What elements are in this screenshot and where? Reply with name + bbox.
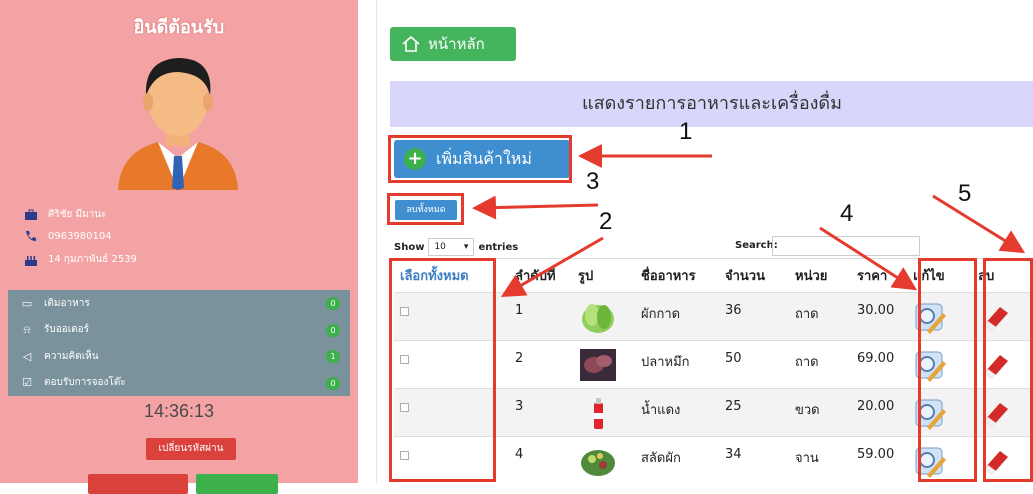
show-label: Show — [394, 241, 425, 253]
salad-image — [581, 450, 615, 476]
briefcase-icon — [24, 209, 38, 221]
logout-button[interactable] — [196, 474, 278, 494]
annotation-box-select — [389, 258, 496, 482]
entries-label: entries — [478, 241, 519, 253]
sidebar-item-label: ตอบรับการจองโต๊ะ — [44, 377, 126, 389]
home-icon — [402, 35, 420, 52]
profile-birthday-row: 14 กุมภาพันธ์ 2539 — [24, 252, 137, 267]
sidebar: ยินดีต้อนรับ ศิริชัย มีมานะ 0963980104 1… — [0, 0, 358, 494]
profile-birthday: 14 กุมภาพันธ์ 2539 — [48, 254, 137, 265]
search-input[interactable] — [772, 236, 920, 256]
battery-icon: ▭ — [21, 296, 33, 310]
annotation-box-delete — [983, 258, 1033, 482]
row-name: น้ำแดง — [635, 388, 719, 437]
annotation-number-4: 4 — [840, 200, 854, 227]
col-qty-header[interactable]: จำนวน — [719, 258, 789, 293]
row-no: 3 — [509, 388, 572, 437]
sidebar-item-label: เติมอาหาร — [44, 297, 90, 309]
lettuce-image — [582, 304, 614, 333]
profile-phone: 0963980104 — [48, 230, 112, 242]
phone-icon — [24, 230, 38, 242]
row-price: 69.00 — [851, 340, 907, 389]
col-name-header[interactable]: ชื่ออาหาร — [635, 258, 719, 293]
entries-control: Show 10 ▾ entries — [394, 238, 518, 256]
red-drink-image — [594, 398, 603, 429]
profile-button[interactable] — [88, 474, 188, 494]
col-price-header[interactable]: ราคา — [851, 258, 907, 293]
col-unit-header[interactable]: หน่วย — [789, 258, 851, 293]
row-unit: ถาด — [789, 292, 851, 341]
row-unit: จาน — [789, 436, 851, 485]
welcome-title: ยินดีต้อนรับ — [133, 17, 225, 38]
row-name: ผักกาด — [635, 292, 719, 341]
birthday-cake-icon — [24, 254, 38, 266]
count-badge: 1 — [326, 350, 340, 363]
megaphone-icon: ◁ — [22, 349, 32, 363]
row-image-cell — [572, 436, 635, 485]
row-name: สลัดผัก — [635, 436, 719, 485]
annotation-number-1: 1 — [679, 118, 693, 145]
row-qty: 36 — [719, 292, 789, 341]
count-badge: 0 — [326, 297, 340, 310]
annotation-number-5: 5 — [958, 180, 972, 207]
row-image-cell — [572, 292, 635, 341]
row-image-cell — [572, 340, 635, 389]
check-square-icon: ☑ — [22, 376, 32, 390]
annotation-box-add — [388, 135, 572, 183]
entries-value: 10 — [434, 242, 446, 252]
chevron-down-icon: ▾ — [463, 242, 469, 252]
row-unit: ขวด — [789, 388, 851, 437]
row-name: ปลาหมึก — [635, 340, 719, 389]
squid-image — [580, 349, 616, 381]
col-no-header[interactable]: ลำดับที่ — [509, 258, 572, 293]
row-qty: 25 — [719, 388, 789, 437]
entries-select[interactable]: 10 ▾ — [428, 238, 475, 256]
profile-phone-row: 0963980104 — [24, 230, 112, 242]
row-price: 59.00 — [851, 436, 907, 485]
sidebar-item-label: รับออเดอร์ — [44, 324, 90, 336]
page-title: แสดงรายการอาหารและเครื่องดื่ม — [390, 81, 1033, 127]
annotation-number-3: 3 — [586, 168, 600, 195]
annotation-box-edit — [918, 258, 977, 482]
sidebar-item-comments[interactable]: ◁ ความคิดเห็น 1 — [8, 343, 350, 370]
annotation-number-2: 2 — [599, 208, 613, 235]
count-badge: 0 — [326, 323, 340, 337]
row-unit: ถาด — [789, 340, 851, 389]
change-password-button[interactable]: เปลี่ยนรหัสผ่าน — [146, 438, 236, 460]
row-price: 20.00 — [851, 388, 907, 437]
sidebar-item-orders[interactable]: ⍾ รับออเดอร์ 0 — [8, 317, 350, 344]
sidebar-item-refill-food[interactable]: ▭ เติมอาหาร 0 — [8, 290, 350, 317]
row-no: 1 — [509, 292, 572, 341]
clock: 14:36:13 — [143, 401, 215, 421]
row-price: 30.00 — [851, 292, 907, 341]
sidebar-menu: ▭ เติมอาหาร 0 ⍾ รับออเดอร์ 0 ◁ ความคิดเห… — [8, 290, 350, 396]
profile-name-row: ศิริชัย มีมานะ — [24, 207, 107, 222]
row-no: 2 — [509, 340, 572, 389]
annotation-box-delete-all — [387, 193, 464, 225]
profile-name: ศิริชัย มีมานะ — [48, 209, 107, 220]
row-no: 4 — [509, 436, 572, 485]
col-image-header[interactable]: รูป — [572, 258, 635, 293]
row-qty: 50 — [719, 340, 789, 389]
home-button[interactable]: หน้าหลัก — [390, 27, 516, 61]
row-image-cell — [572, 388, 635, 437]
user-avatar — [118, 58, 238, 190]
count-badge: 0 — [326, 376, 340, 390]
bell-icon: ⍾ — [23, 322, 31, 336]
row-qty: 34 — [719, 436, 789, 485]
sidebar-item-label: ความคิดเห็น — [44, 350, 99, 362]
sidebar-item-table-booking[interactable]: ☑ ตอบรับการจองโต๊ะ 0 — [8, 370, 350, 397]
home-label: หน้าหลัก — [428, 35, 485, 53]
